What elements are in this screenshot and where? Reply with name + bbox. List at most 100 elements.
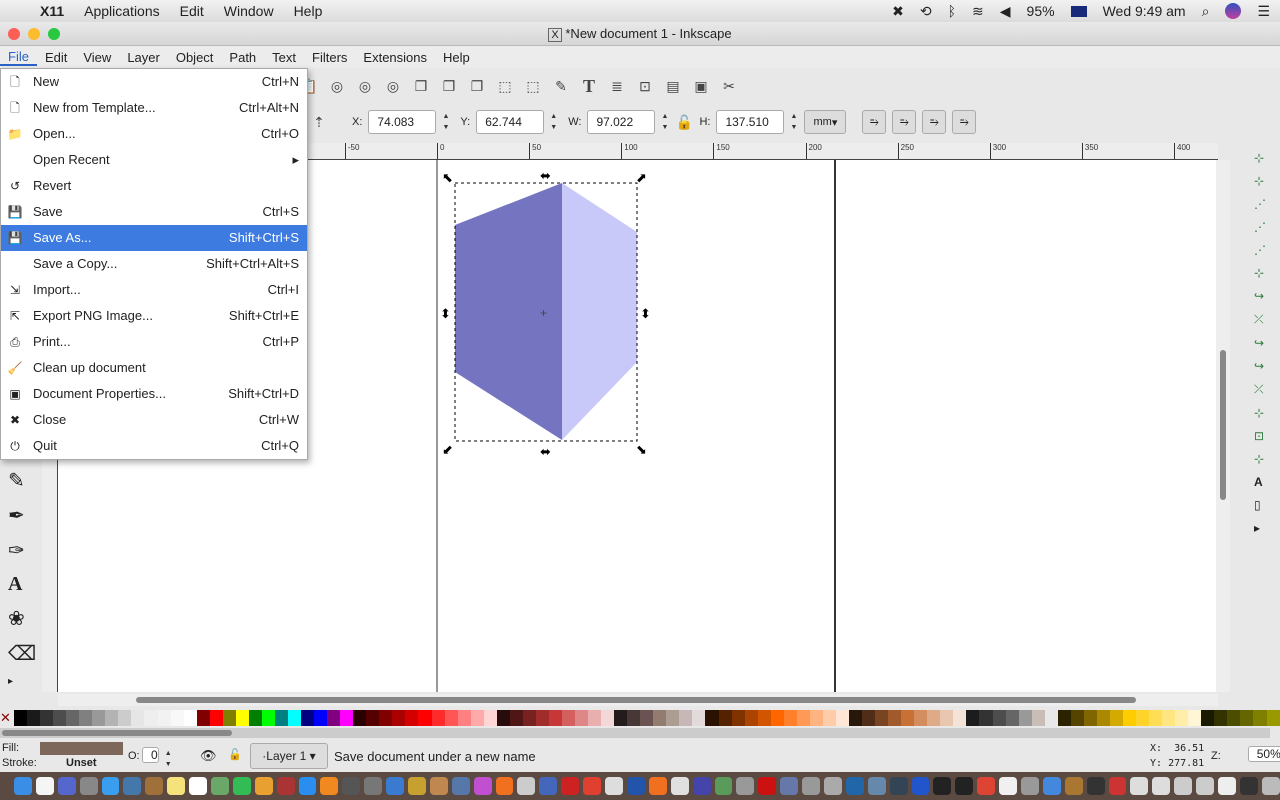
palette-swatch[interactable] — [1253, 710, 1267, 726]
menu-applications[interactable]: Applications — [84, 3, 160, 19]
palette-swatch[interactable] — [614, 710, 628, 726]
palette-swatch[interactable] — [496, 710, 510, 726]
zoom-selection-icon[interactable]: ◎ — [328, 77, 346, 95]
calligraphy-tool-icon[interactable]: ✑ — [8, 538, 36, 563]
palette-swatch[interactable] — [1240, 710, 1254, 726]
dock-app-icon[interactable] — [451, 777, 470, 795]
wifi-icon[interactable]: ≋ — [972, 3, 984, 20]
palette-swatch[interactable] — [927, 710, 941, 726]
dock-app-icon[interactable] — [1086, 777, 1105, 795]
palette-swatch[interactable] — [418, 710, 432, 726]
app-menu[interactable]: X11 — [40, 3, 64, 19]
palette-swatch[interactable] — [1070, 710, 1084, 726]
palette-swatch[interactable] — [953, 710, 967, 726]
scale-corners-toggle[interactable]: ⥱ — [892, 110, 917, 134]
dock-app-icon[interactable] — [364, 777, 383, 795]
dock-app-icon[interactable] — [1239, 777, 1258, 795]
dock-app-icon[interactable] — [648, 777, 667, 795]
duplicate-icon[interactable]: ❐ — [412, 77, 430, 95]
dock-app-icon[interactable] — [495, 777, 514, 795]
palette-swatch[interactable] — [261, 710, 275, 726]
dock-app-icon[interactable] — [1217, 777, 1236, 795]
palette-swatch[interactable] — [575, 710, 589, 726]
palette-swatch[interactable] — [522, 710, 536, 726]
palette-swatch[interactable] — [53, 710, 67, 726]
palette-swatch[interactable] — [1188, 710, 1202, 726]
palette-swatch[interactable] — [444, 710, 458, 726]
palette-swatch[interactable] — [561, 710, 576, 726]
file-menu-item[interactable]: Save a Copy... Shift+Ctrl+Alt+S — [1, 251, 307, 277]
fill-swatch[interactable] — [40, 742, 123, 755]
clone-icon[interactable]: ❐ — [440, 77, 458, 95]
file-menu-item[interactable]: Open Recent ▸ — [1, 147, 307, 173]
hexagon-right-face[interactable] — [562, 183, 637, 440]
snap-center-icon[interactable]: ⊡ — [1254, 429, 1280, 443]
volume-icon[interactable]: ◀ — [1000, 3, 1011, 20]
dock-app-icon[interactable] — [189, 777, 208, 795]
w-input[interactable]: 97.022 — [587, 110, 668, 134]
dock-app-icon[interactable] — [845, 777, 864, 795]
dock-app-icon[interactable] — [79, 777, 98, 795]
move-gradients-toggle[interactable]: ⥱ — [922, 110, 947, 134]
palette-swatch[interactable] — [1227, 710, 1241, 726]
zoom-drawing-icon[interactable]: ◎ — [356, 77, 374, 95]
snap-others-icon[interactable]: ⊹ — [1254, 406, 1280, 420]
snap-more-icon[interactable]: ▸ — [1254, 521, 1280, 535]
snap-midpoint-icon[interactable]: ⤫ — [1254, 382, 1280, 397]
palette-swatch[interactable] — [105, 710, 119, 726]
dock-app-icon[interactable] — [101, 777, 120, 795]
palette-swatch[interactable] — [966, 710, 980, 726]
dock-app-icon[interactable] — [254, 777, 273, 795]
dock-app-icon[interactable] — [232, 777, 251, 795]
preferences-icon[interactable]: ✂ — [720, 77, 738, 95]
dock-app-icon[interactable] — [429, 777, 448, 795]
color-palette[interactable]: ✕ — [0, 710, 1280, 726]
dock-app-icon[interactable] — [1261, 777, 1280, 795]
palette-swatch[interactable] — [40, 710, 54, 726]
palette-swatch[interactable] — [1031, 710, 1045, 726]
dock-app-icon[interactable] — [758, 777, 777, 795]
dock-app-icon[interactable] — [605, 777, 623, 795]
palette-swatch[interactable] — [457, 710, 471, 726]
dock-app-icon[interactable] — [626, 777, 645, 795]
battery-status[interactable]: 95% — [1027, 3, 1055, 19]
menu-object[interactable]: Object — [168, 50, 222, 65]
vertical-scrollbar[interactable] — [1216, 160, 1230, 692]
palette-swatch[interactable] — [144, 710, 158, 726]
horizontal-scrollbar[interactable] — [58, 694, 1218, 706]
dock-app-icon[interactable] — [1152, 777, 1171, 795]
palette-swatch[interactable] — [1175, 710, 1189, 726]
dock-app-icon[interactable] — [933, 777, 952, 795]
palette-swatch[interactable] — [118, 710, 132, 726]
raise-to-top-icon[interactable]: ⇡ — [310, 113, 328, 131]
palette-swatch[interactable] — [131, 710, 145, 726]
zoom-window-button[interactable] — [48, 28, 60, 40]
palette-swatch[interactable] — [314, 710, 328, 726]
ungroup-icon[interactable]: ⬚ — [524, 77, 542, 95]
palette-swatch[interactable] — [405, 710, 419, 726]
file-menu-item[interactable]: ⏻ Quit Ctrl+Q — [1, 433, 307, 459]
dock-app-icon[interactable] — [692, 777, 711, 795]
file-menu-item[interactable]: ⇲ Import... Ctrl+I — [1, 277, 307, 303]
palette-swatch[interactable] — [1005, 710, 1019, 726]
clock[interactable]: Wed 9:49 am — [1103, 3, 1186, 19]
snap-bbox-edge-icon[interactable]: ⋰ — [1254, 197, 1280, 211]
dock-app-icon[interactable] — [561, 777, 580, 795]
snap-bbox-corner-icon[interactable]: ⋰ — [1254, 220, 1280, 234]
palette-swatch[interactable] — [731, 710, 745, 726]
menu-window[interactable]: Window — [224, 3, 274, 19]
palette-swatch[interactable] — [627, 710, 641, 726]
dock-app-icon[interactable] — [57, 777, 76, 795]
dock-app-icon[interactable] — [780, 777, 799, 795]
dock-app-icon[interactable] — [167, 777, 186, 795]
file-menu-item[interactable]: ✖ Close Ctrl+W — [1, 407, 307, 433]
palette-swatch[interactable] — [170, 710, 184, 726]
align-icon[interactable]: ▤ — [664, 77, 682, 95]
palette-swatch[interactable] — [809, 710, 823, 726]
palette-swatch[interactable] — [914, 710, 928, 726]
dock-app-icon[interactable] — [320, 777, 339, 795]
dock-app-icon[interactable] — [670, 777, 689, 795]
file-menu-item[interactable]: 🗋 New Ctrl+N — [1, 69, 307, 95]
rotation-center[interactable]: + — [540, 306, 547, 320]
dock-app-icon[interactable] — [473, 777, 492, 795]
